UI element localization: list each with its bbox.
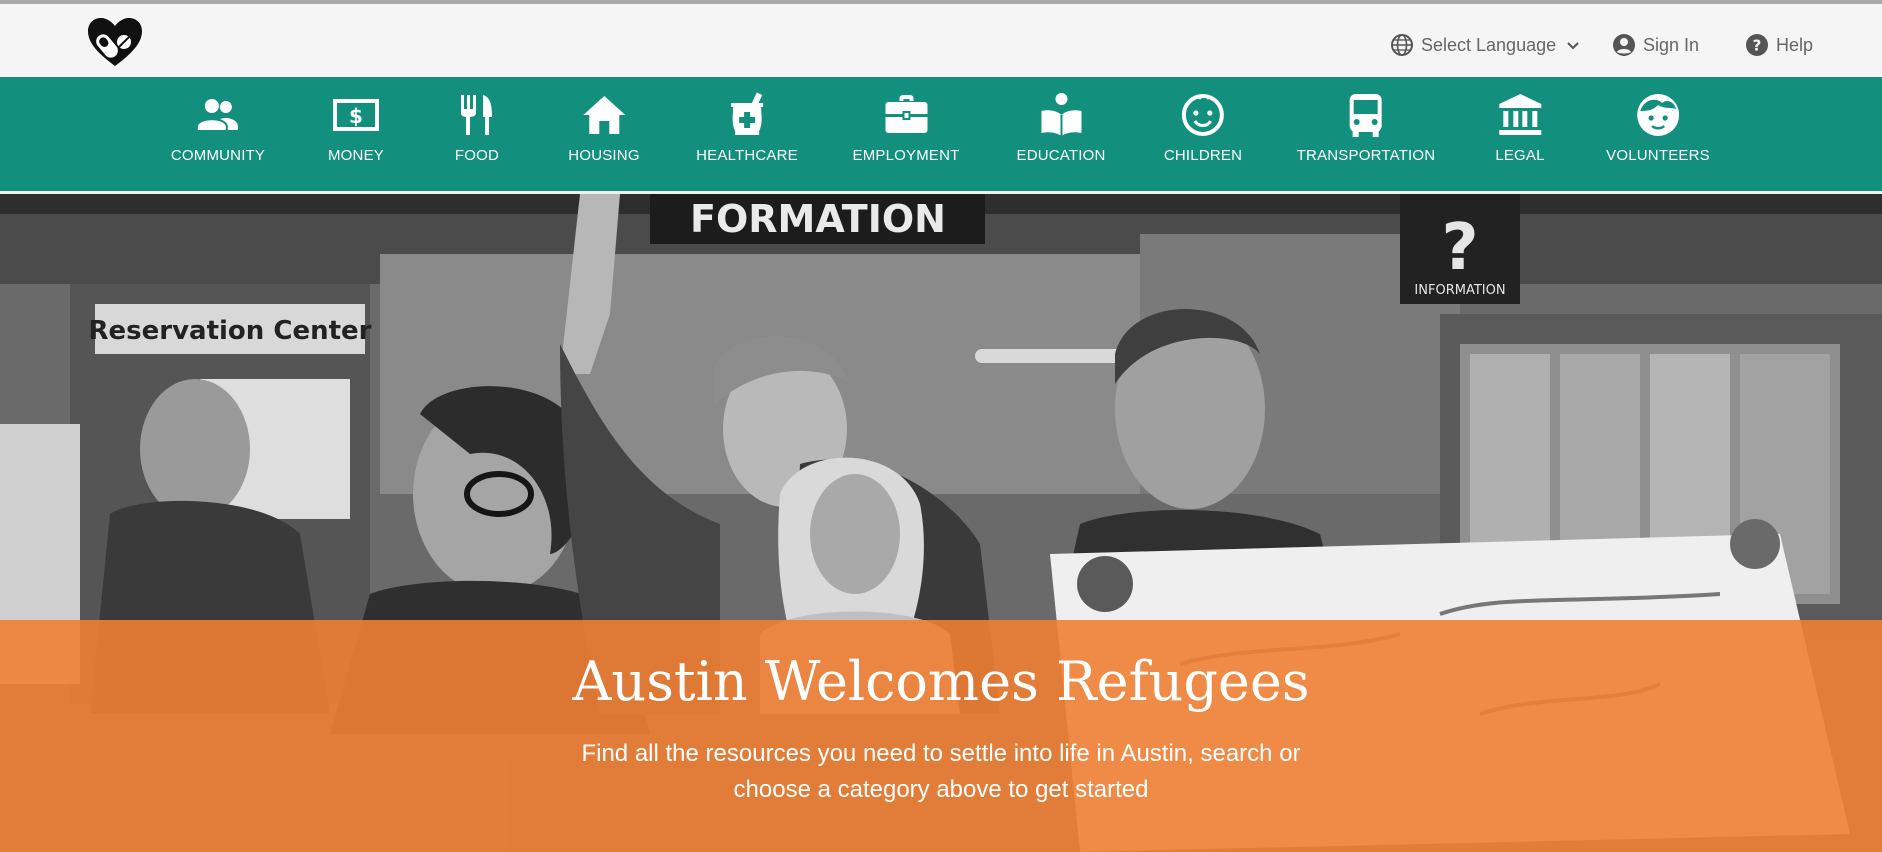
nav-label-healthcare: HEALTHCARE (696, 147, 798, 164)
globe-icon (1391, 34, 1413, 56)
nav-label-employment: EMPLOYMENT (852, 147, 960, 164)
help-link[interactable]: ? Help (1745, 30, 1813, 60)
nav-label-money: MONEY (327, 147, 385, 164)
nav-item-volunteers[interactable]: VOLUNTEERS (1606, 77, 1710, 191)
nav-item-healthcare[interactable]: HEALTHCARE (696, 77, 798, 191)
hero-subtitle: Find all the resources you need to settl… (581, 740, 1301, 803)
nav-label-education: EDUCATION (1016, 147, 1106, 164)
nav-item-money[interactable]: $ MONEY (328, 77, 384, 191)
nav-label-housing: HOUSING (568, 147, 640, 164)
nav-item-legal[interactable]: LEGAL (1495, 77, 1544, 191)
nav-item-education[interactable]: EDUCATION (1016, 77, 1105, 191)
bus-icon (1350, 94, 1382, 137)
nav-item-employment[interactable]: EMPLOYMENT (852, 77, 959, 191)
nav-label-transportation: TRANSPORTATION (1296, 147, 1436, 164)
reading-icon (1041, 93, 1081, 136)
sign-reservation-text: Reservation Center (89, 316, 372, 346)
nav-label-community: COMMUNITY (170, 147, 266, 164)
fork-knife-icon (461, 95, 492, 135)
nav-item-community[interactable]: COMMUNITY (171, 77, 265, 191)
site-header: Select Language Sign In ? Help (0, 4, 1882, 77)
sign-information-text: INFORMATION (1414, 283, 1505, 298)
nav-item-children[interactable]: CHILDREN (1164, 77, 1242, 191)
sign-in-label: Sign In (1643, 34, 1700, 55)
nav-label-food: FOOD (454, 147, 500, 164)
help-circle-icon: ? (1746, 34, 1768, 56)
nav-item-transportation[interactable]: TRANSPORTATION (1297, 77, 1436, 191)
house-icon (583, 96, 625, 134)
courthouse-icon (1499, 94, 1541, 135)
money-icon: $ (332, 99, 379, 131)
select-language-dropdown[interactable]: Select Language (1390, 30, 1584, 60)
nav-label-volunteers: VOLUNTEERS (1606, 147, 1710, 164)
sign-formation-text: FORMATION (690, 197, 946, 241)
nav-label-children: CHILDREN (1163, 147, 1243, 164)
account-circle-icon (1613, 34, 1635, 56)
hero-title: Austin Welcomes Refugees (572, 650, 1310, 713)
svg-text:?: ? (1441, 211, 1478, 285)
mortar-pestle-icon (731, 92, 763, 135)
nav-label-legal: LEGAL (1495, 147, 1545, 164)
heart-logo-icon[interactable] (86, 16, 144, 70)
category-nav: COMMUNITY $ MONEY FOOD HOUSING HEALTHCAR… (0, 77, 1882, 191)
nav-item-food[interactable]: FOOD (453, 77, 501, 191)
help-label: Help (1776, 34, 1814, 55)
volunteer-face-icon (1636, 94, 1679, 136)
svg-text:?: ? (1753, 37, 1762, 55)
briefcase-icon (884, 95, 927, 133)
sign-in-link[interactable]: Sign In (1612, 30, 1699, 60)
people-icon (197, 99, 238, 130)
select-language-label: Select Language (1421, 34, 1557, 55)
child-face-icon (1182, 94, 1224, 136)
nav-item-housing[interactable]: HOUSING (568, 77, 640, 191)
chevron-down-icon (1567, 42, 1579, 50)
svg-text:$: $ (349, 104, 363, 128)
